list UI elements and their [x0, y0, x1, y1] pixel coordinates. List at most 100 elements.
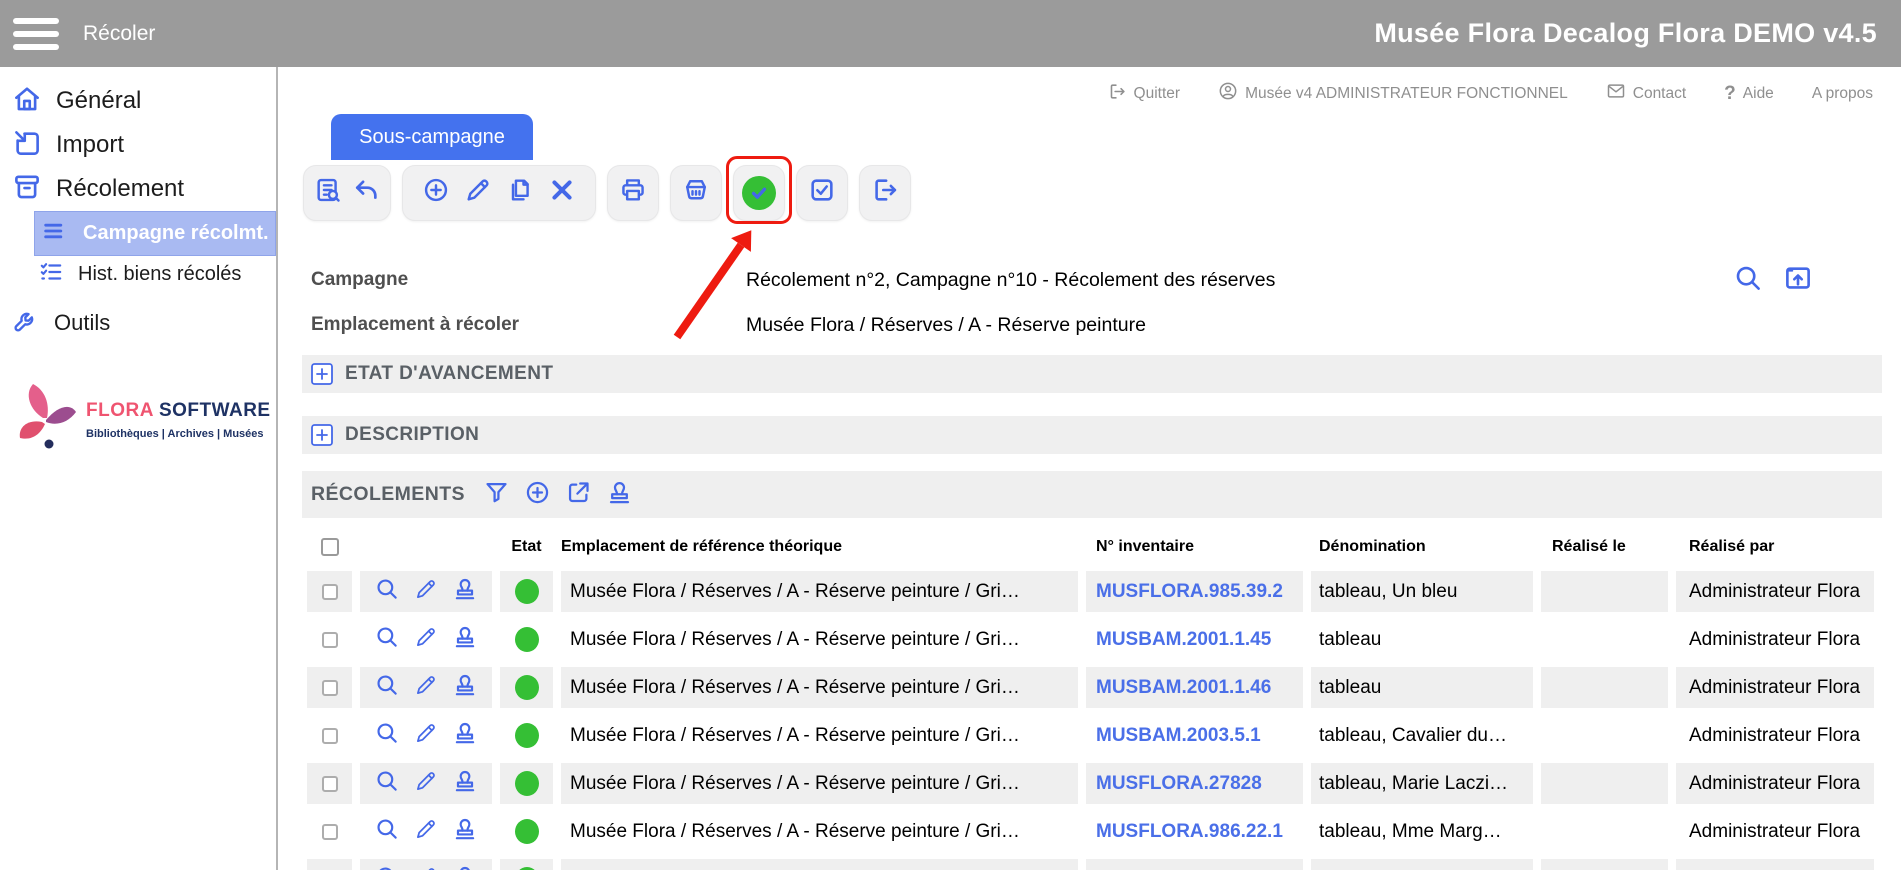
- edit-pencil-icon[interactable]: [413, 576, 439, 607]
- toolbar: [303, 164, 1901, 221]
- row-inventory-link[interactable]: MUSBAM.2001.1.45: [1096, 629, 1271, 651]
- add-circle-icon[interactable]: [422, 176, 450, 209]
- row-realise-par: Administrateur Flora: [1676, 619, 1874, 660]
- contact-link[interactable]: Contact: [1606, 81, 1686, 106]
- view-magnifier-icon[interactable]: [374, 864, 400, 870]
- stamp-icon[interactable]: [452, 864, 478, 870]
- edit-pencil-icon[interactable]: [413, 768, 439, 799]
- delete-x-icon[interactable]: [548, 176, 576, 209]
- row-checkbox[interactable]: [322, 584, 338, 600]
- sidebar-item-campagne-recolmt[interactable]: Campagne récolmt.: [34, 211, 276, 256]
- undo-icon[interactable]: [352, 176, 380, 209]
- emplacement-value: Musée Flora / Réserves / A - Réserve pei…: [746, 314, 1146, 337]
- logo-tagline: Bibliothèques | Archives | Musées: [86, 428, 271, 440]
- filter-funnel-icon[interactable]: [483, 479, 510, 511]
- edit-pencil-icon[interactable]: [413, 816, 439, 847]
- stamp-icon[interactable]: [452, 624, 478, 655]
- edit-pencil-icon[interactable]: [413, 624, 439, 655]
- external-link-icon[interactable]: [565, 479, 592, 511]
- search-icon[interactable]: [1733, 263, 1763, 298]
- sidebar-item-outils[interactable]: Outils: [0, 304, 276, 342]
- edit-pencil-icon[interactable]: [413, 720, 439, 751]
- view-magnifier-icon[interactable]: [374, 720, 400, 751]
- pencil-icon[interactable]: [464, 176, 492, 209]
- envelope-icon: [1606, 81, 1626, 106]
- row-realise-par: Administrateur Flora: [1676, 667, 1874, 708]
- view-magnifier-icon[interactable]: [374, 816, 400, 847]
- table-header-row: Etat Emplacement de référence théorique …: [307, 529, 1882, 565]
- edit-pencil-icon[interactable]: [413, 672, 439, 703]
- print-button[interactable]: [607, 165, 659, 221]
- view-magnifier-icon[interactable]: [374, 624, 400, 655]
- row-emplacement: Musée Flora / Réserves / A - Réserve pei…: [570, 773, 1020, 795]
- row-realise-par: Administrateur Flora: [1676, 715, 1874, 756]
- open-window-icon[interactable]: [1783, 263, 1813, 298]
- stamp-icon[interactable]: [452, 816, 478, 847]
- select-all-checkbox[interactable]: [321, 538, 339, 556]
- view-magnifier-icon[interactable]: [374, 768, 400, 799]
- list-search-icon[interactable]: [314, 176, 342, 209]
- export-button[interactable]: [859, 165, 911, 221]
- quitter-link[interactable]: Quitter: [1108, 82, 1181, 106]
- a-propos-link[interactable]: A propos: [1812, 85, 1873, 103]
- view-magnifier-icon[interactable]: [374, 576, 400, 607]
- table-row: Musée Flora / Réserves / A - Réserve pei…: [307, 667, 1882, 708]
- status-green-dot: [515, 675, 539, 700]
- row-inventory-link[interactable]: MUSFLORA.985.39.2: [1096, 581, 1283, 603]
- section-etat-avancement[interactable]: ETAT D'AVANCEMENT: [302, 355, 1882, 393]
- status-green-dot: [515, 771, 539, 796]
- row-denomination: tableau, Fascines d…: [1311, 859, 1533, 870]
- expand-plus-icon[interactable]: [311, 424, 333, 446]
- table-row: Musée Flora / Réserves / A - Réserve pei…: [307, 619, 1882, 660]
- campaign-fields: Campagne Récolement n°2, Campagne n°10 -…: [278, 265, 1901, 340]
- validate-button[interactable]: [733, 165, 785, 221]
- section-description[interactable]: DESCRIPTION: [302, 416, 1882, 454]
- row-denomination: tableau, Marie Laczi…: [1311, 763, 1533, 804]
- import-icon: [12, 128, 42, 163]
- sidebar-item-general[interactable]: Général: [0, 79, 276, 123]
- row-checkbox[interactable]: [322, 824, 338, 840]
- edit-pencil-icon[interactable]: [413, 864, 439, 870]
- view-magnifier-icon[interactable]: [374, 672, 400, 703]
- stamp-icon[interactable]: [606, 479, 633, 511]
- sidebar-item-hist-biens-recoles[interactable]: Hist. biens récolés: [0, 256, 276, 292]
- row-inventory-link[interactable]: MUSBAM.2001.1.46: [1096, 677, 1271, 699]
- basket-button[interactable]: [670, 165, 722, 221]
- row-inventory-link[interactable]: MUSFLORA.986.22.1: [1096, 821, 1283, 843]
- multi-validate-button[interactable]: [796, 165, 848, 221]
- row-inventory-link[interactable]: MUSBAM.2003.5.1: [1096, 725, 1261, 747]
- aide-link[interactable]: ? Aide: [1724, 83, 1774, 105]
- home-icon: [12, 84, 42, 119]
- add-circle-icon[interactable]: [524, 479, 551, 511]
- sidebar: Général Import Récolement Campagne récol…: [0, 67, 278, 870]
- user-account-link[interactable]: Musée v4 ADMINISTRATEUR FONCTIONNEL: [1218, 81, 1568, 106]
- row-denomination: tableau: [1311, 667, 1533, 708]
- stamp-icon[interactable]: [452, 720, 478, 751]
- row-realise-le: [1541, 859, 1668, 870]
- sidebar-item-recolement[interactable]: Récolement: [0, 167, 276, 211]
- row-checkbox[interactable]: [322, 632, 338, 648]
- user-circle-icon: [1218, 81, 1238, 106]
- row-checkbox[interactable]: [322, 776, 338, 792]
- recolements-table-body: Musée Flora / Réserves / A - Réserve pei…: [307, 571, 1882, 870]
- row-denomination: tableau, Un bleu: [1311, 571, 1533, 612]
- sidebar-item-import[interactable]: Import: [0, 123, 276, 167]
- expand-plus-icon[interactable]: [311, 363, 333, 385]
- logo-brand2: SOFTWARE: [159, 400, 271, 421]
- hamburger-menu-icon[interactable]: [13, 18, 59, 50]
- row-checkbox[interactable]: [322, 680, 338, 696]
- stamp-icon[interactable]: [452, 672, 478, 703]
- question-mark-icon: ?: [1724, 83, 1736, 105]
- header-emplacement: Emplacement de référence théorique: [561, 538, 1078, 556]
- tab-sous-campagne[interactable]: Sous-campagne: [331, 114, 533, 160]
- row-emplacement: Musée Flora / Réserves / A - Réserve pei…: [570, 725, 1020, 747]
- logo-brand: FLORA: [86, 400, 154, 421]
- copy-icon[interactable]: [506, 176, 534, 209]
- stamp-icon[interactable]: [452, 768, 478, 799]
- campagne-value: Récolement n°2, Campagne n°10 - Récoleme…: [746, 269, 1275, 292]
- table-row: Musée Flora / Réserves / A - Réserve pei…: [307, 571, 1882, 612]
- row-inventory-link[interactable]: MUSFLORA.27828: [1096, 773, 1262, 795]
- stamp-icon[interactable]: [452, 576, 478, 607]
- row-checkbox[interactable]: [322, 728, 338, 744]
- user-links-bar: Quitter Musée v4 ADMINISTRATEUR FONCTION…: [278, 67, 1901, 106]
